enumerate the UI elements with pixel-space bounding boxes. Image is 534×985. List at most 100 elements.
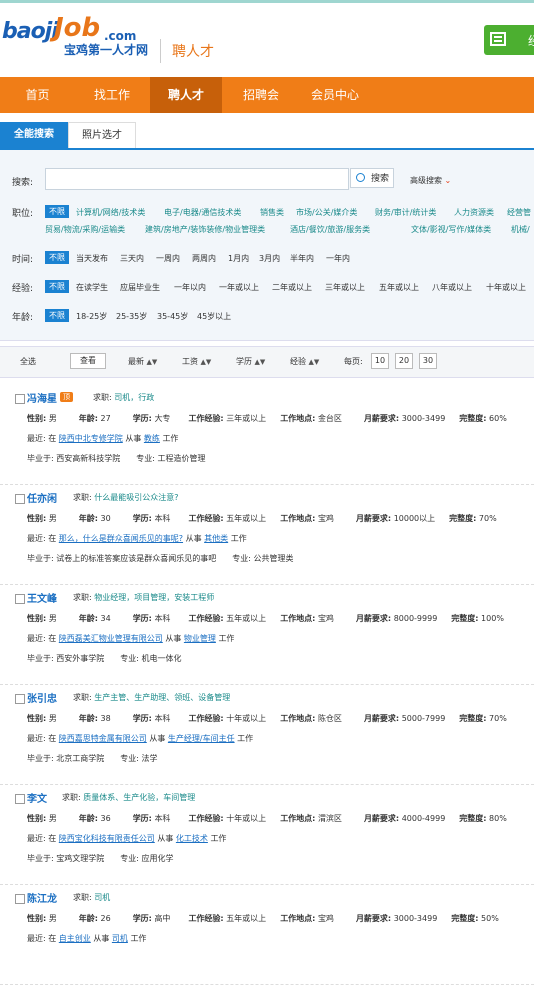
recent-company-link[interactable]: 那么，什么是群众喜闻乐见的事呢?	[59, 534, 183, 543]
recent-job-link[interactable]: 司机	[112, 934, 128, 943]
recent-company-link[interactable]: 陕西中北专修学院	[59, 434, 123, 443]
job-option[interactable]: 人力资源类	[454, 207, 494, 218]
sort-salary-label: 工资	[182, 357, 198, 366]
time-option[interactable]: 半年内	[290, 253, 314, 264]
time-option[interactable]: 一年内	[326, 253, 350, 264]
advanced-search-link[interactable]: 高级搜索 ⌄	[410, 175, 451, 186]
recent-job-link[interactable]: 生产经理/车间主任	[168, 734, 235, 743]
candidate-checkbox[interactable]	[15, 694, 25, 704]
exp-option[interactable]: 十年或以上	[486, 282, 526, 293]
time-unlimited-tag[interactable]: 不限	[45, 251, 69, 264]
age-option[interactable]: 25-35岁	[116, 311, 147, 322]
job-option[interactable]: 酒店/餐饮/旅游/服务类	[290, 224, 370, 235]
time-option[interactable]: 1月内	[228, 253, 249, 264]
candidate-name[interactable]: 冯海星	[27, 390, 57, 405]
job-wanted-label: 求职:	[62, 793, 81, 802]
recent-company-link[interactable]: 自主创业	[59, 934, 91, 943]
gender-value: 男	[48, 914, 57, 923]
edu-value: 本科	[154, 614, 171, 623]
recent-company-link[interactable]: 陕西嘉思特金属有限公司	[59, 734, 147, 743]
time-option[interactable]: 一周内	[156, 253, 180, 264]
sort-education[interactable]: 学历 ▲▼	[236, 356, 265, 367]
page-size-30[interactable]: 30	[419, 353, 437, 369]
nav-item-home[interactable]: 首页	[10, 77, 65, 113]
tab-photo-search[interactable]: 照片选才	[68, 122, 136, 148]
job-option[interactable]: 建筑/房地产/装饰装修/物业管理类	[145, 224, 265, 235]
sort-experience[interactable]: 经验 ▲▼	[290, 356, 319, 367]
recent-company-link[interactable]: 陕西宝化科技有限责任公司	[59, 834, 155, 843]
recent-company-link[interactable]: 陕西磊美汇物业管理有限公司	[59, 634, 163, 643]
exp-option[interactable]: 一年或以上	[219, 282, 259, 293]
search-button[interactable]: 搜索	[350, 168, 394, 188]
candidate-name[interactable]: 张引忠	[27, 690, 57, 705]
job-wanted: 求职: 司机，行政	[93, 392, 154, 403]
recent-label: 最近: 在	[27, 734, 57, 743]
time-option[interactable]: 当天发布	[76, 253, 108, 264]
candidate-name[interactable]: 任亦闲	[27, 490, 57, 505]
exp-option[interactable]: 二年或以上	[272, 282, 312, 293]
edu-value: 本科	[154, 814, 171, 823]
nav-item-find-job[interactable]: 找工作	[83, 77, 141, 113]
job-option[interactable]: 财务/审计/统计类	[375, 207, 436, 218]
recent-job-link[interactable]: 教练	[144, 434, 160, 443]
nav-item-job-fair[interactable]: 招聘会	[232, 77, 290, 113]
candidate-checkbox[interactable]	[15, 494, 25, 504]
nav-item-member[interactable]: 会员中心	[302, 77, 368, 113]
exp-option[interactable]: 三年或以上	[325, 282, 365, 293]
time-option[interactable]: 三天内	[120, 253, 144, 264]
site-logo[interactable]: baoji Job .com 宝鸡第一人才网	[2, 13, 152, 63]
candidate-info-line: 性别: 男 年龄: 26 学历: 高中 工作经验: 五年或以上 工作地点: 宝鸡 月薪要求…	[27, 913, 499, 924]
candidate-name[interactable]: 陈江龙	[27, 890, 57, 905]
search-input[interactable]	[45, 168, 349, 190]
job-option[interactable]: 计算机/网络/技术类	[76, 207, 145, 218]
candidate-info-line: 性别: 男 年龄: 36 学历: 本科 工作经验: 十年或以上 工作地点: 渭滨区 月薪要…	[27, 813, 507, 824]
page-title: 聘人才	[172, 44, 214, 60]
job-unlimited-tag[interactable]: 不限	[45, 205, 69, 218]
job-option[interactable]: 电子/电器/通信技术类	[164, 207, 241, 218]
age-option[interactable]: 35-45岁	[157, 311, 188, 322]
exp-option[interactable]: 五年或以上	[379, 282, 419, 293]
page-size-20[interactable]: 20	[395, 353, 413, 369]
age-option[interactable]: 18-25岁	[76, 311, 107, 322]
candidate-checkbox[interactable]	[15, 794, 25, 804]
exp-unlimited-tag[interactable]: 不限	[45, 280, 69, 293]
sort-salary[interactable]: 工资 ▲▼	[182, 356, 211, 367]
age-label: 年龄:	[78, 914, 98, 923]
page-size-10[interactable]: 10	[371, 353, 389, 369]
job-option[interactable]: 销售类	[260, 207, 284, 218]
salary-value: 3000-3499	[401, 414, 446, 423]
job-option[interactable]: 经营管	[507, 207, 531, 218]
recent-job-link[interactable]: 其他类	[204, 534, 228, 543]
time-option[interactable]: 3月内	[259, 253, 280, 264]
candidate-checkbox[interactable]	[15, 594, 25, 604]
recent-job-link[interactable]: 物业管理	[184, 634, 216, 643]
candidate-name[interactable]: 王文峰	[27, 590, 57, 605]
job-option[interactable]: 文体/影视/写作/媒体类	[411, 224, 491, 235]
gender-value: 男	[48, 414, 57, 423]
age-option[interactable]: 45岁以上	[197, 311, 231, 322]
candidate-name[interactable]: 李文	[27, 790, 47, 805]
age-filter-row: 年龄: 不限 18-25岁 25-35岁 35-45岁 45岁以上	[0, 308, 534, 324]
age-unlimited-tag[interactable]: 不限	[45, 309, 69, 322]
recent-job-link[interactable]: 化工技术	[176, 834, 208, 843]
nav-item-hire[interactable]: 聘人才	[150, 77, 222, 113]
exp-option[interactable]: 在读学生	[76, 282, 108, 293]
place-label: 工作地点:	[280, 714, 316, 723]
job-option[interactable]: 市场/公关/媒介类	[296, 207, 357, 218]
candidate-checkbox[interactable]	[15, 894, 25, 904]
job-option[interactable]: 机械/	[511, 224, 530, 235]
time-option[interactable]: 两周内	[192, 253, 216, 264]
job-option[interactable]: 贸易/物流/采购/运输类	[45, 224, 125, 235]
candidate-checkbox[interactable]	[15, 394, 25, 404]
exp-option[interactable]: 应届毕业生	[120, 282, 160, 293]
tab-full-search[interactable]: 全能搜索	[0, 122, 68, 148]
view-button[interactable]: 查看	[70, 353, 106, 369]
exp-option[interactable]: 一年以内	[174, 282, 206, 293]
top-badge: 顶	[60, 392, 73, 402]
job-wanted: 求职: 物业经理，项目管理，安装工程师	[73, 592, 214, 603]
header-action-button[interactable]: 经	[484, 25, 534, 55]
select-all[interactable]: 全选	[20, 356, 36, 367]
exp-option[interactable]: 八年或以上	[432, 282, 472, 293]
sort-newest[interactable]: 最新 ▲▼	[128, 356, 157, 367]
recent-work-line: 最近: 在 那么，什么是群众喜闻乐见的事呢? 从事 其他类 工作	[27, 533, 247, 544]
